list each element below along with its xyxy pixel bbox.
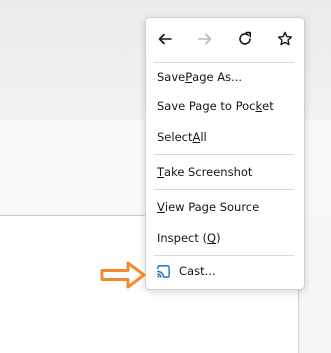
menu-item-select-all[interactable]: Select All	[146, 124, 304, 150]
menu-item-view-page-source[interactable]: View Page Source	[146, 194, 304, 220]
access-key: T	[157, 165, 165, 179]
menu-item-label: ake Screenshot	[164, 165, 253, 179]
menu-item-label: Save Page to Poc	[157, 99, 256, 113]
arrow-left-icon	[158, 33, 172, 45]
menu-item-label: Inspect (	[157, 231, 208, 245]
menu-item-label: )	[216, 231, 221, 245]
access-key: k	[255, 99, 263, 113]
menu-item-cast[interactable]: Cast...	[146, 258, 304, 284]
access-key: P	[185, 70, 193, 84]
menu-separator	[154, 154, 294, 155]
bookmark-button[interactable]	[272, 26, 298, 52]
access-key: Q	[207, 231, 217, 245]
forward-button[interactable]	[192, 26, 218, 52]
menu-item-save-page-as[interactable]: Save Page As...	[146, 64, 304, 90]
access-key: V	[157, 200, 165, 214]
cast-icon	[156, 264, 171, 279]
menu-item-label: Cast...	[179, 264, 216, 278]
menu-item-label: et	[262, 99, 274, 113]
orange-arrow-icon	[100, 261, 146, 289]
menu-item-save-to-pocket[interactable]: Save Page to Poc k et	[146, 93, 304, 119]
menu-item-take-screenshot[interactable]: Take Screenshot	[146, 159, 304, 185]
back-button[interactable]	[152, 26, 178, 52]
arrow-right-icon	[198, 33, 212, 45]
access-key: A	[192, 130, 201, 144]
menu-item-label: ll	[200, 130, 207, 144]
menu-item-label: Save	[157, 70, 186, 84]
menu-item-inspect[interactable]: Inspect (Q)	[146, 225, 304, 251]
menu-separator	[154, 255, 294, 256]
reload-icon	[239, 31, 251, 45]
context-menu: Save Page As... Save Page to Poc k et Sele…	[145, 17, 305, 290]
star-icon	[277, 31, 293, 46]
menu-separator	[154, 189, 294, 190]
menu-item-label: Select	[157, 130, 193, 144]
navigation-row	[146, 18, 304, 62]
menu-item-label: age As...	[192, 70, 243, 84]
browser-window: Save Page As... Save Page to Poc k et Sele…	[0, 0, 331, 353]
reload-button[interactable]	[232, 26, 258, 52]
menu-separator	[154, 62, 294, 63]
menu-item-label: iew Page Source	[164, 200, 260, 214]
